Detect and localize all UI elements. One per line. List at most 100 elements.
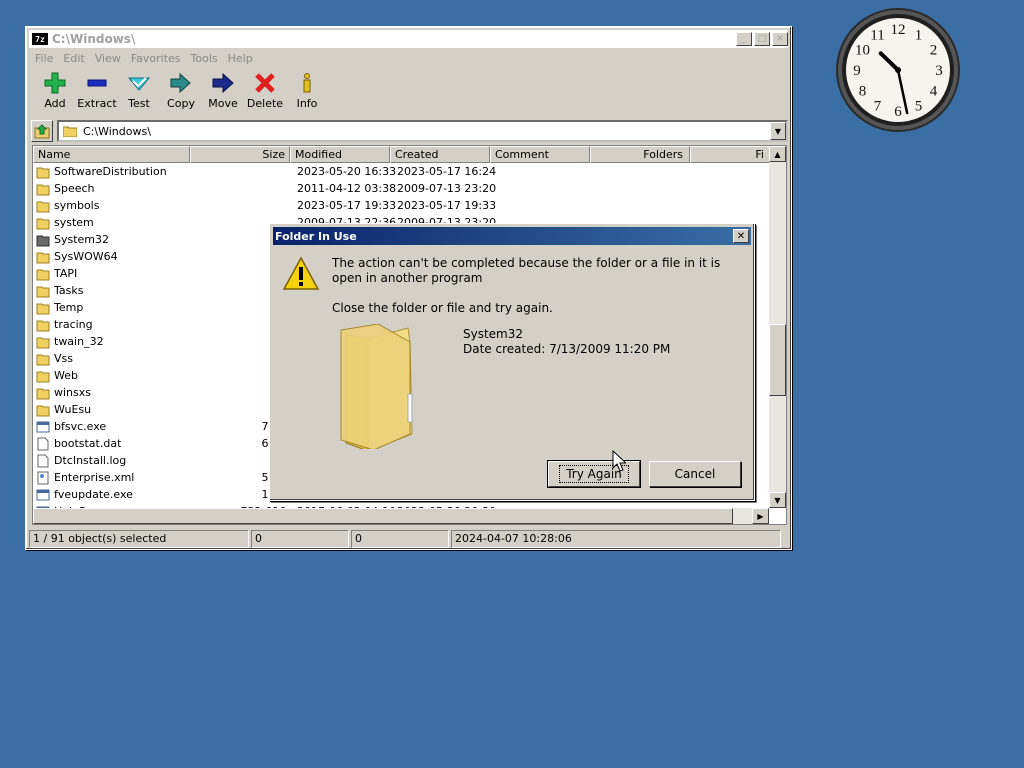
column-files[interactable]: Fi — [690, 146, 771, 163]
folder-icon — [36, 403, 54, 417]
file-row[interactable]: symbols 2023-05-17 19:33 2023-05-17 19:33 — [33, 197, 769, 214]
file-name: symbols — [54, 199, 100, 212]
file-name-cell: fveupdate.exe — [33, 488, 190, 502]
folder-icon — [36, 318, 54, 332]
file-icon — [36, 471, 54, 485]
item-name: System32 — [463, 327, 524, 341]
file-name-cell: bfsvc.exe — [33, 420, 190, 434]
scroll-down-arrow[interactable]: ▼ — [769, 492, 786, 508]
file-row[interactable]: Speech 2011-04-12 03:38 2009-07-13 23:20 — [33, 180, 769, 197]
minus-icon — [85, 71, 109, 95]
clock-numeral: 1 — [915, 27, 923, 43]
address-dropdown-arrow[interactable]: ▼ — [770, 122, 786, 140]
minimize-button[interactable]: _ — [736, 32, 752, 46]
close-button[interactable]: ✕ — [772, 32, 788, 46]
file-name-cell: Enterprise.xml — [33, 471, 190, 485]
clock-numeral: 3 — [935, 63, 943, 79]
file-name: System32 — [54, 233, 110, 246]
menu-edit[interactable]: Edit — [63, 52, 84, 65]
clock-numeral: 12 — [891, 22, 906, 38]
file-modified: 2023-05-17 19:33 — [297, 199, 397, 212]
item-info: System32 Date created: 7/13/2009 11:20 P… — [463, 327, 670, 357]
file-modified: 2011-04-12 03:38 — [297, 182, 397, 195]
up-folder-button[interactable] — [31, 120, 53, 142]
file-name: system — [54, 216, 94, 229]
copy-button[interactable]: Copy — [160, 71, 202, 115]
column-modified[interactable]: Modified — [290, 146, 390, 163]
file-icon — [36, 488, 54, 502]
move-button[interactable]: Move — [202, 71, 244, 115]
file-name: bfsvc.exe — [54, 420, 107, 433]
vertical-scroll-thumb[interactable] — [769, 324, 786, 396]
file-name: DtcInstall.log — [54, 454, 127, 467]
delete-button[interactable]: Delete — [244, 71, 286, 115]
column-created[interactable]: Created — [390, 146, 490, 163]
7zip-app-icon: 7z — [32, 33, 48, 45]
dialog-message: The action can't be completed because th… — [332, 256, 721, 285]
file-row[interactable]: SoftwareDistribution 2023-05-20 16:33 2023… — [33, 163, 769, 180]
menu-view[interactable]: View — [95, 52, 121, 65]
folder-icon — [36, 352, 54, 366]
file-name: Vss — [54, 352, 73, 365]
window-title: C:\Windows\ — [52, 32, 136, 46]
folder-in-use-dialog: Folder In Use ✕ The action can't be comp… — [269, 223, 755, 501]
folder-icon — [36, 267, 54, 281]
clock-numeral: 9 — [853, 63, 861, 79]
file-name-cell: Speech — [33, 182, 190, 196]
column-size[interactable]: Size — [190, 146, 290, 163]
status-datetime: 2024-04-07 10:28:06 — [451, 530, 781, 548]
move-label: Move — [208, 97, 238, 110]
status-selection: 1 / 91 object(s) selected — [29, 530, 249, 548]
folder-icon — [36, 199, 54, 213]
dialog-title-bar[interactable]: Folder In Use ✕ — [273, 227, 751, 245]
folder-icon — [36, 386, 54, 400]
file-name: WuEsu — [54, 403, 92, 416]
add-label: Add — [44, 97, 66, 110]
file-icon — [36, 420, 54, 434]
add-button[interactable]: Add — [34, 71, 76, 115]
file-name-cell: SysWOW64 — [33, 250, 190, 264]
try-again-button[interactable]: Try Again — [547, 460, 641, 488]
menu-tools[interactable]: Tools — [191, 52, 218, 65]
menu-file[interactable]: File — [35, 52, 53, 65]
file-name-cell: bootstat.dat — [33, 437, 190, 451]
title-bar[interactable]: 7z C:\Windows\ _ □ ✕ — [29, 30, 788, 48]
menu-help[interactable]: Help — [228, 52, 253, 65]
scroll-right-arrow[interactable]: ▶ — [752, 508, 769, 524]
address-row: C:\Windows\ ▼ — [29, 119, 788, 143]
file-created: 2009-07-13 23:20 — [397, 182, 497, 195]
file-name-cell: Vss — [33, 352, 190, 366]
menu-favorites[interactable]: Favorites — [131, 52, 181, 65]
scroll-up-arrow[interactable]: ▲ — [769, 146, 786, 162]
file-name: tracing — [54, 318, 93, 331]
file-name: Tasks — [54, 284, 84, 297]
warning-icon — [282, 256, 320, 295]
horizontal-scrollbar[interactable]: ▶ — [33, 508, 769, 524]
item-date-created: Date created: 7/13/2009 11:20 PM — [463, 342, 671, 356]
folder-icon — [36, 335, 54, 349]
address-combobox[interactable]: C:\Windows\ ▼ — [57, 120, 788, 142]
file-name: bootstat.dat — [54, 437, 122, 450]
clock-gadget: 1 2 3 4 5 6 7 8 9 10 11 12 — [834, 6, 962, 134]
file-name-cell: Temp — [33, 301, 190, 315]
clock-numeral: 10 — [855, 43, 870, 59]
column-folders[interactable]: Folders — [590, 146, 690, 163]
column-comment[interactable]: Comment — [490, 146, 590, 163]
file-modified: 2023-05-20 16:33 — [297, 165, 397, 178]
file-name: TAPI — [54, 267, 78, 280]
maximize-button[interactable]: □ — [754, 32, 770, 46]
horizontal-scroll-thumb[interactable] — [33, 508, 733, 524]
folder-icon — [36, 284, 54, 298]
dialog-close-button[interactable]: ✕ — [733, 229, 749, 243]
info-button[interactable]: Info — [286, 71, 328, 115]
extract-button[interactable]: Extract — [76, 71, 118, 115]
x-icon — [253, 71, 277, 95]
test-button[interactable]: Test — [118, 71, 160, 115]
file-name-cell: SoftwareDistribution — [33, 165, 190, 179]
column-name[interactable]: Name — [33, 146, 190, 163]
vertical-scrollbar[interactable]: ▲ ▼ — [769, 146, 786, 508]
file-name-cell: Web — [33, 369, 190, 383]
cancel-button[interactable]: Cancel — [649, 461, 741, 487]
toolbar: Add Extract Test Copy Move Delete Info — [34, 71, 328, 115]
clock-numeral: 7 — [874, 99, 882, 115]
